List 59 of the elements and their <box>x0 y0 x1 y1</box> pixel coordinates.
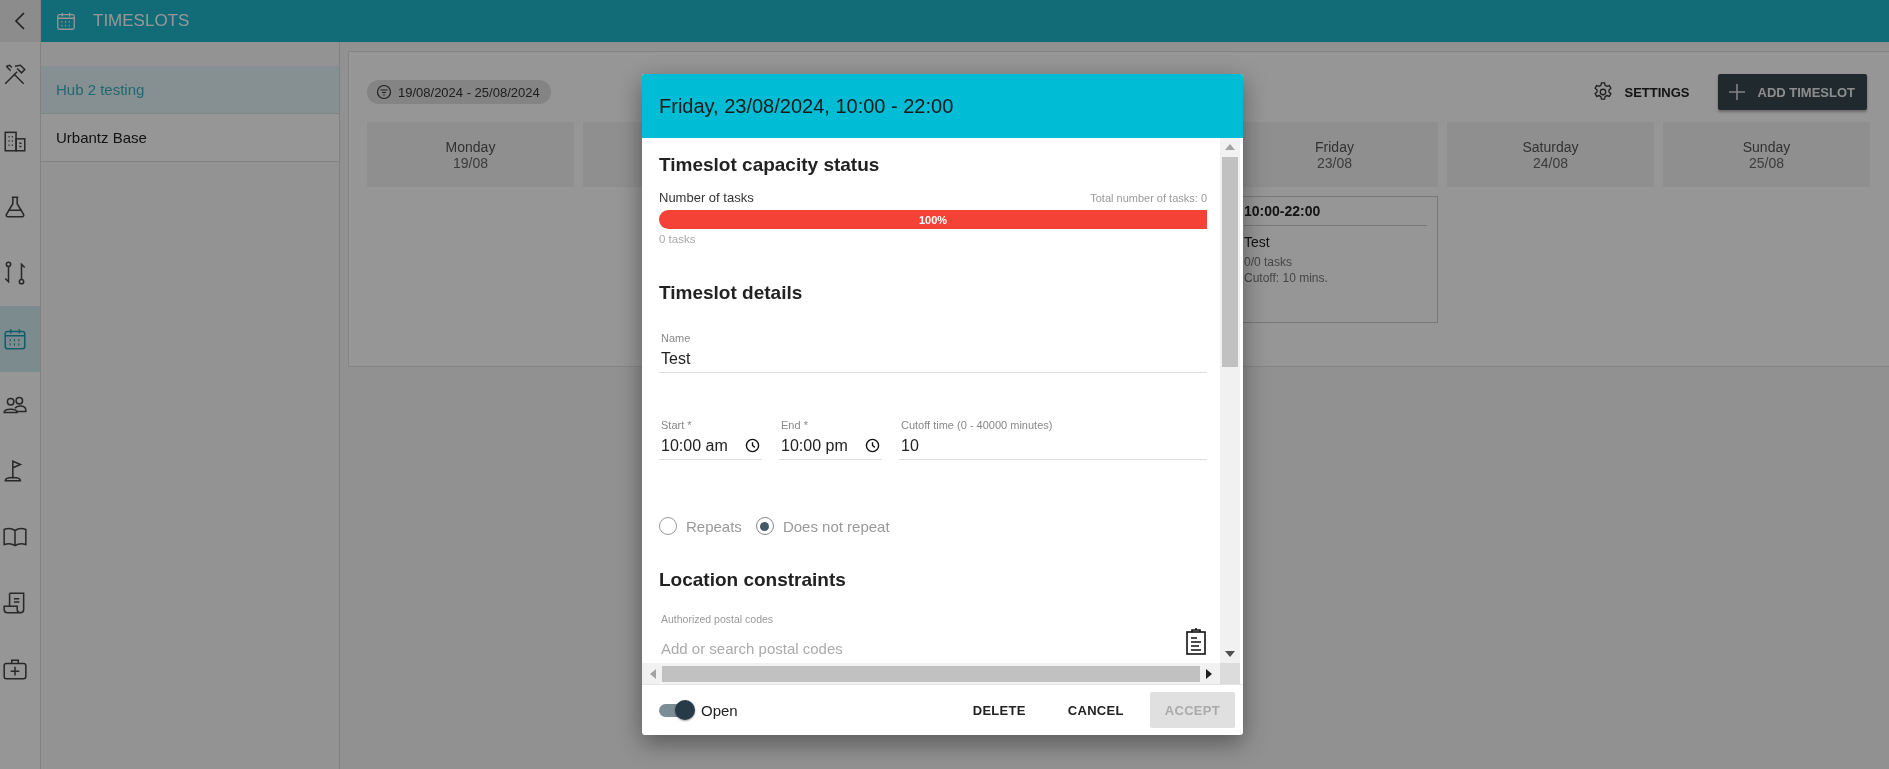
clipboard-icon <box>1185 627 1207 655</box>
day-date: 24/08 <box>1532 154 1568 171</box>
calendar-icon <box>55 10 77 32</box>
field-value: 10:00 am <box>661 437 728 455</box>
capacity-percent: 100% <box>918 213 948 226</box>
day-date: 19/08 <box>452 154 488 171</box>
field-value: 10 <box>901 437 920 455</box>
timeslot-time: 10:00-22:00 <box>1244 203 1427 226</box>
field-label: End * <box>781 419 809 431</box>
plus-icon <box>1727 83 1746 101</box>
dialog-button[interactable]: DELETE <box>956 692 1042 728</box>
calendar-icon <box>2 326 28 352</box>
day-name: Monday <box>445 138 496 155</box>
day-name: Friday <box>1315 138 1354 155</box>
field-value: 10:00 pm <box>781 437 848 455</box>
day-name: Saturday <box>1522 138 1579 155</box>
open-toggle[interactable] <box>659 700 695 720</box>
radio-label: Does not repeat <box>782 517 890 535</box>
field-label: Name <box>661 332 692 344</box>
timeslot-cutoff: Cutoff: 10 mins. <box>1244 270 1329 286</box>
day-name: Sunday <box>1742 138 1791 155</box>
start-time-field[interactable]: Start * 10:00 am <box>659 419 762 460</box>
timeslot-tasks: 0/0 tasks <box>1244 254 1294 270</box>
section-heading: Timeslot details <box>659 282 804 304</box>
field-label: Start * <box>661 419 693 431</box>
name-field[interactable]: Name Test <box>659 332 1207 373</box>
date-range-chip[interactable]: 19/08/2024 - 25/08/2024 <box>367 80 551 104</box>
date-range: 19/08/2024 - 25/08/2024 <box>398 84 540 100</box>
cutoff-field[interactable]: Cutoff time (0 - 40000 minutes) 10 <box>899 419 1207 460</box>
scroll-right-icon[interactable] <box>1206 668 1212 679</box>
swap-arrows-icon <box>2 260 28 286</box>
filter-icon <box>376 84 392 100</box>
dialog-button[interactable]: CANCEL <box>1051 692 1140 728</box>
back-button[interactable] <box>0 0 40 42</box>
add-timeslot-button[interactable]: ADD TIMESLOT <box>1717 74 1867 110</box>
timeslot-name: Test <box>1244 234 1271 250</box>
end-time-field[interactable]: End * 10:00 pm <box>779 419 882 460</box>
day-date: 25/08 <box>1748 154 1784 171</box>
field-label: Cutoff time (0 - 40000 minutes) <box>901 419 1054 431</box>
capacity-label: Number of tasks <box>659 190 754 205</box>
radio-label: Repeats <box>686 517 742 535</box>
day-date: 23/08 <box>1316 154 1352 171</box>
task-count: 0 tasks <box>659 233 697 245</box>
postal-codes-input[interactable]: Add or search postal codes <box>661 628 1185 657</box>
clock-icon <box>865 438 880 453</box>
toggle-label: Open <box>701 701 738 719</box>
section-heading: Timeslot capacity status <box>659 154 881 176</box>
capacity-total: Total number of tasks: 0 <box>1090 192 1207 204</box>
vertical-scrollbar[interactable] <box>1220 138 1240 663</box>
settings-button[interactable]: SETTINGS <box>1586 80 1696 104</box>
horizontal-scrollbar[interactable] <box>642 663 1220 684</box>
scroll-down-icon[interactable] <box>1225 651 1235 657</box>
field-label: Authorized postal codes <box>661 613 774 625</box>
clock-icon <box>745 438 760 453</box>
field-value: Test <box>661 350 692 368</box>
section-heading: Location constraints <box>659 569 847 591</box>
page-title: TIMESLOTS <box>93 11 190 31</box>
settings-icon <box>1592 81 1615 103</box>
dialog-title: Friday, 23/08/2024, 10:00 - 22:00 <box>659 94 954 118</box>
